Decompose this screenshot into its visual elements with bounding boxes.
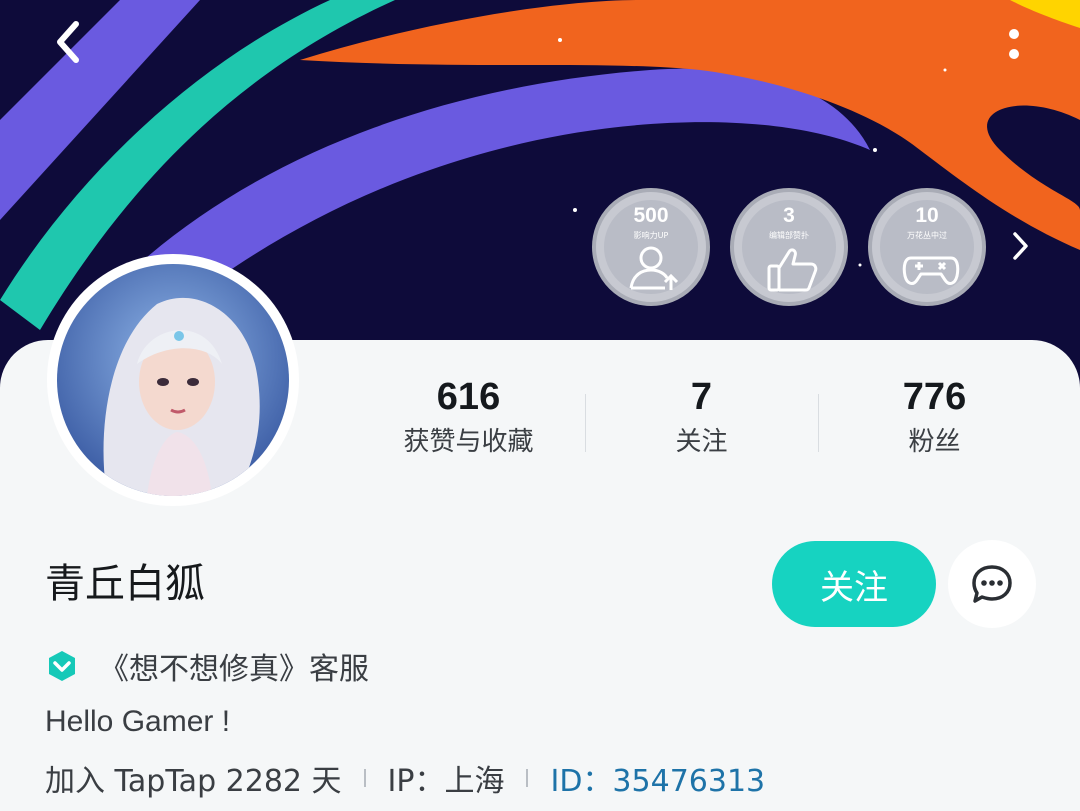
stat-followers[interactable]: 776 粉丝	[818, 372, 1051, 462]
badge-caption: 影响力UP	[633, 231, 669, 240]
stat-label: 粉丝	[908, 427, 961, 457]
stat-value: 616	[436, 376, 501, 418]
chevron-left-icon	[57, 21, 79, 63]
stat-following[interactable]: 7 关注	[585, 372, 818, 462]
verification-row: 《想不想修真》客服	[45, 642, 369, 690]
meta-divider	[363, 769, 366, 787]
avatar[interactable]	[47, 254, 299, 506]
meta-divider	[526, 769, 529, 787]
user-id[interactable]: ID：35476313	[550, 756, 765, 800]
username: 青丘白狐	[45, 561, 205, 607]
stat-label: 关注	[675, 427, 728, 457]
badge-list: 500 影响力UP 3 编辑部赞扑 10 万花丛中过	[592, 188, 986, 306]
ip-location: IP：上海	[387, 764, 505, 799]
badge-editor-praise[interactable]: 3 编辑部赞扑	[730, 188, 848, 306]
stat-value: 7	[690, 376, 713, 418]
verification-text: 《想不想修真》客服	[99, 652, 369, 687]
badge-caption: 万花丛中过	[907, 231, 947, 240]
stat-value: 776	[902, 376, 967, 418]
chat-bubble-icon	[972, 565, 1012, 603]
profile-meta: 加入 TapTap 2282 天 IP：上海 ID：35476313	[45, 756, 765, 800]
badge-influence[interactable]: 500 影响力UP	[592, 188, 710, 306]
badge-number: 3	[783, 204, 795, 227]
badges-next-button[interactable]	[1002, 224, 1038, 268]
back-button[interactable]	[40, 14, 96, 70]
badge-number: 500	[633, 204, 669, 227]
badge-caption: 编辑部赞扑	[769, 231, 809, 240]
avatar-image	[57, 264, 289, 496]
profile-stats: 616 获赞与收藏 7 关注 776 粉丝	[352, 372, 1052, 462]
more-options-button[interactable]	[994, 16, 1034, 72]
user-up-icon	[629, 246, 679, 290]
gamepad-icon	[902, 256, 960, 285]
join-days: 加入 TapTap 2282 天	[45, 764, 342, 799]
more-vertical-icon	[1009, 29, 1019, 59]
follow-button[interactable]: 关注	[772, 541, 936, 627]
bio-text: Hello Gamer !	[45, 705, 231, 738]
badge-number: 10	[915, 204, 939, 227]
verified-badge-icon	[49, 651, 75, 681]
stat-likes-favorites[interactable]: 616 获赞与收藏	[352, 372, 585, 462]
chevron-right-icon	[1013, 232, 1028, 260]
badge-flowers[interactable]: 10 万花丛中过	[868, 188, 986, 306]
message-button[interactable]	[948, 540, 1036, 628]
stat-label: 获赞与收藏	[403, 427, 534, 457]
thumbs-up-icon	[767, 248, 818, 292]
